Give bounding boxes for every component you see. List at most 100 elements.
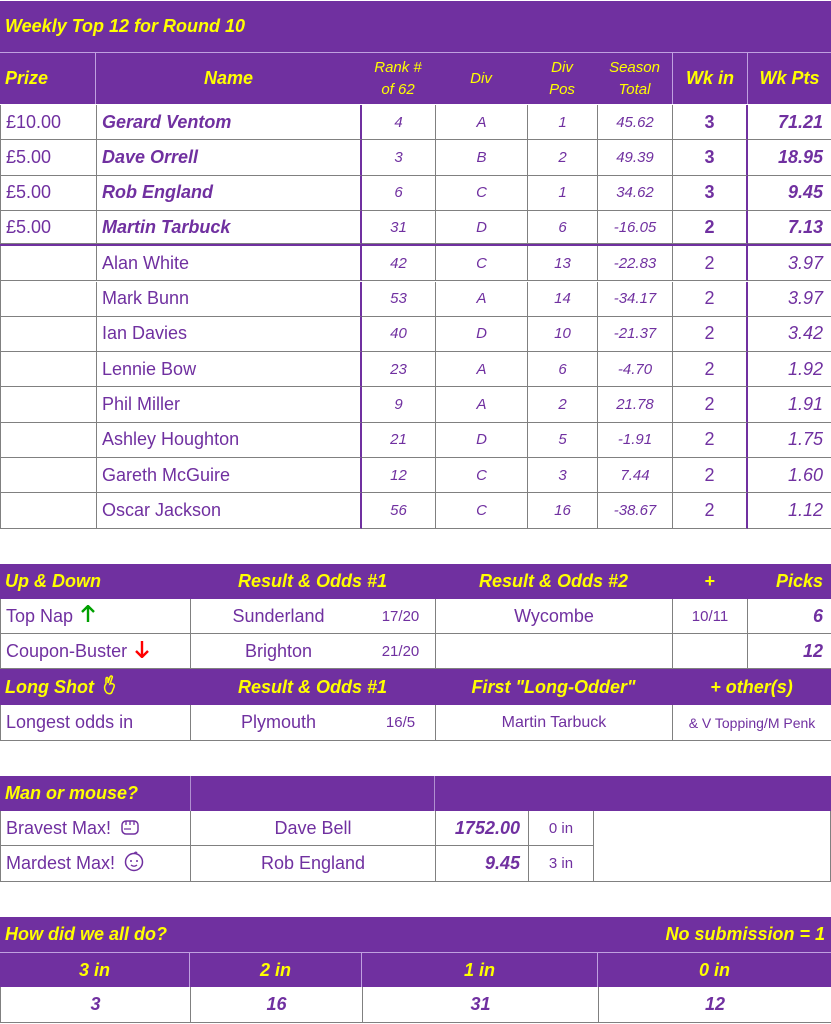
div-cell: D (436, 422, 528, 458)
divpos-cell: 3 (528, 458, 598, 494)
fist-icon (119, 815, 141, 842)
table-row: Ashley Houghton 21 D 5 -1.91 2 1.75 (0, 422, 831, 458)
longshot-others-header: + other(s) (710, 676, 793, 697)
wkpts-cell: 1.91 (748, 387, 831, 423)
updown-section: Up & Down Result & Odds #1 Result & Odds… (0, 564, 831, 741)
wkpts-cell: 71.21 (748, 105, 831, 141)
wkin-cell: 2 (673, 281, 748, 317)
div-cell: B (436, 140, 528, 176)
divpos-cell: 6 (528, 210, 598, 245)
wkpts-cell: 7.13 (748, 211, 831, 245)
wkpts-cell: 9.45 (748, 176, 831, 211)
season-cell: -16.05 (598, 210, 673, 245)
no-submission-note: No submission = 1 (665, 924, 825, 944)
bravest-label: Bravest Max! (6, 817, 112, 838)
name-cell: Lennie Bow (97, 352, 362, 388)
summary-value-2in: 16 (191, 987, 363, 1023)
col-rank-header: Rank # of 62 (374, 58, 422, 98)
prize-cell (1, 493, 97, 529)
table-row: Mark Bunn 53 A 14 -34.17 2 3.97 (0, 281, 831, 317)
coupon-team1: Brighton (191, 634, 366, 669)
name-cell: Rob England (97, 175, 362, 211)
summary-value-1in: 31 (363, 987, 599, 1023)
wkpts-cell: 3.97 (748, 282, 831, 317)
prize-cell (1, 458, 97, 494)
mardest-label: Mardest Max! (6, 853, 116, 873)
prize-cell: £5.00 (1, 140, 97, 176)
summary-labels-row: 3 in 2 in 1 in 0 in (0, 952, 831, 987)
name-cell: Gerard Ventom (97, 105, 362, 141)
page-title: Weekly Top 12 for Round 10 (5, 16, 246, 36)
name-cell: Ian Davies (97, 316, 362, 353)
prize-cell (1, 246, 97, 282)
summary-label-0in: 0 in (698, 959, 730, 980)
wkin-cell: 2 (673, 458, 748, 494)
bravest-name: Dave Bell (191, 811, 436, 846)
rank-cell: 53 (362, 281, 436, 317)
divpos-cell: 13 (528, 246, 598, 282)
table-row: Alan White 42 C 13 -22.83 2 3.97 (0, 246, 831, 282)
rank-cell: 40 (362, 316, 436, 353)
summary-values-row: 3 16 31 12 (0, 987, 831, 1023)
name-cell: Phil Miller (97, 387, 362, 423)
res2-header: Result & Odds #2 (478, 571, 629, 591)
longest-team: Plymouth (191, 705, 366, 741)
prize-cell (1, 316, 97, 353)
wkin-cell: 3 (673, 175, 748, 211)
longest-others: & V Topping/M Penk (673, 705, 831, 741)
wkpts-cell: 18.95 (748, 140, 831, 176)
season-cell: -1.91 (598, 422, 673, 458)
mardest-name: Rob England (191, 846, 436, 882)
season-cell: 45.62 (598, 105, 673, 141)
summary-value-0in: 12 (599, 987, 831, 1023)
season-cell: -21.37 (598, 316, 673, 353)
rank-cell: 21 (362, 422, 436, 458)
top12-header-row: Prize Name Rank # of 62 Div Div Pos Seas… (0, 52, 831, 104)
div-cell: C (436, 246, 528, 282)
longest-odds: 16/5 (366, 705, 436, 741)
longshot-header-label: Long Shot (5, 676, 94, 697)
top12-section: Weekly Top 12 for Round 10 Prize Name Ra… (0, 0, 831, 529)
mardest-pts: 9.45 (436, 846, 529, 882)
longshot-header-row: Long Shot Result & Odds #1 First "Long-O… (0, 669, 831, 705)
wkpts-cell: 1.60 (748, 458, 831, 494)
summary-section: How did we all do? No submission = 1 3 i… (0, 917, 831, 1024)
div-cell: C (436, 458, 528, 494)
col-wkpts-header: Wk Pts (747, 53, 831, 104)
col-wkin-header: Wk in (672, 53, 747, 104)
summary-label-1in: 1 in (362, 953, 598, 987)
div-cell: A (436, 387, 528, 423)
coupon-team2 (436, 634, 673, 669)
season-cell: 34.62 (598, 175, 673, 211)
wkpts-cell: 1.75 (748, 423, 831, 458)
topnap-team2: Wycombe (436, 599, 673, 634)
mardest-in: 3 in (529, 846, 594, 882)
topnap-odds2: 10/11 (673, 599, 748, 634)
col-div-header: Div (470, 69, 492, 87)
col-divpos-header: Div Pos (549, 58, 575, 98)
longest-row: Longest odds in Plymouth 16/5 Martin Tar… (0, 705, 831, 741)
longest-label: Longest odds in (1, 705, 191, 741)
name-cell: Ashley Houghton (97, 422, 362, 458)
rank-cell: 42 (362, 246, 436, 282)
summary-label-3in: 3 in (0, 953, 190, 987)
coupon-label-cell: Coupon-Buster (1, 634, 191, 669)
topnap-label: Top Nap (6, 605, 74, 626)
season-cell: -34.17 (598, 281, 673, 317)
rank-cell: 3 (362, 140, 436, 176)
topnap-picks: 6 (748, 599, 831, 634)
wkin-cell: 2 (673, 246, 748, 282)
updown-header-row: Up & Down Result & Odds #1 Result & Odds… (0, 564, 831, 599)
coupon-odds2 (673, 634, 748, 669)
coupon-row: Coupon-Buster Brighton 21/20 12 (0, 634, 831, 669)
prize-cell (1, 281, 97, 317)
top12-body: £10.00 Gerard Ventom 4 A 1 45.62 3 71.21 £5.00 Da… (0, 105, 831, 529)
wkpts-cell: 1.12 (748, 493, 831, 529)
bravest-in: 0 in (529, 811, 594, 846)
divpos-cell: 1 (528, 105, 598, 141)
rank-cell: 23 (362, 352, 436, 388)
col-prize-header: Prize (0, 53, 96, 104)
wkpts-cell: 1.92 (748, 352, 831, 388)
divpos-cell: 2 (528, 387, 598, 423)
topnap-odds1: 17/20 (366, 599, 436, 634)
